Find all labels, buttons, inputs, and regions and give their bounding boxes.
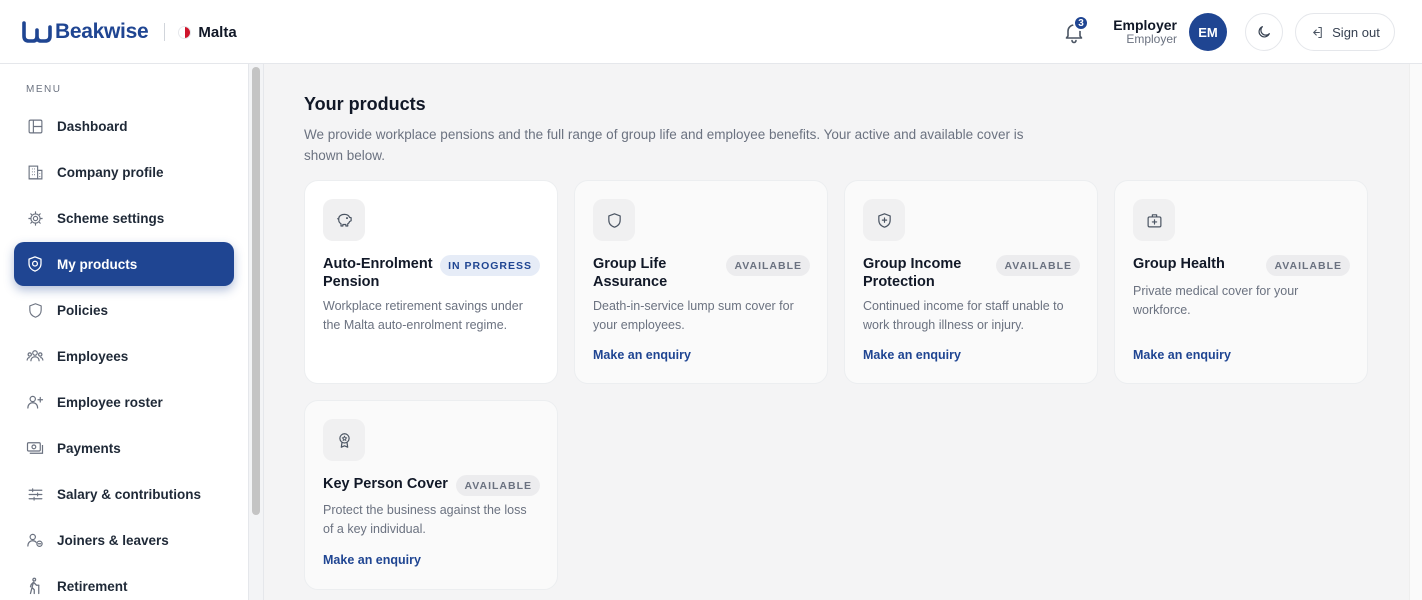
malta-flag-icon — [178, 25, 192, 39]
product-title: Key Person Cover — [323, 476, 448, 492]
brand-divider — [164, 23, 166, 41]
make-enquiry-link[interactable]: Make an enquiry — [593, 348, 691, 362]
page-description: We provide workplace pensions and the fu… — [304, 127, 1024, 163]
sidebar-item-label: Joiners & leavers — [57, 532, 169, 548]
country-label: Malta — [198, 23, 237, 41]
beakwise-logo-icon — [22, 21, 52, 43]
status-badge: AVAILABLE — [456, 475, 540, 496]
award-icon — [323, 419, 365, 461]
top-header: Beakwise Malta 3 Employer Employer EM Si… — [0, 0, 1422, 64]
sidebar-item-employee-roster[interactable]: Employee roster — [14, 380, 234, 424]
page-title: Your products — [304, 94, 426, 114]
theme-toggle-button[interactable] — [1245, 13, 1283, 51]
make-enquiry-link[interactable]: Make an enquiry — [1133, 348, 1231, 362]
shield-check-icon — [26, 255, 44, 273]
settings-icon — [26, 209, 44, 227]
product-description: Protect the business against the loss of… — [323, 503, 527, 536]
product-card-group-income-protection: Group Income Protection AVAILABLE Contin… — [844, 180, 1098, 384]
user-switch-icon — [26, 531, 44, 549]
product-card-auto-enrolment-pension[interactable]: Auto-Enrolment Pension IN PROGRESS Workp… — [304, 180, 558, 384]
product-description: Continued income for staff unable to wor… — [863, 299, 1064, 332]
status-badge: AVAILABLE — [726, 255, 810, 276]
sidebar-item-salary-contributions[interactable]: Salary & contributions — [14, 472, 234, 516]
product-card-group-life-assurance: Group Life Assurance AVAILABLE Death-in-… — [574, 180, 828, 384]
sidebar-item-label: Salary & contributions — [57, 486, 202, 502]
users-icon — [26, 347, 44, 365]
product-title: Group Life Assurance — [593, 256, 668, 290]
menu-label: MENU — [26, 84, 62, 95]
sidebar-item-label: Company profile — [57, 164, 164, 180]
status-badge: AVAILABLE — [1266, 255, 1350, 276]
sidebar-item-label: Employee roster — [57, 394, 163, 410]
product-title: Group Health — [1133, 256, 1225, 272]
product-description: Workplace retirement savings under the M… — [323, 299, 523, 332]
user-role: Employer — [1126, 32, 1177, 46]
sidebar-item-employees[interactable]: Employees — [14, 334, 234, 378]
product-title: Auto-Enrolment Pension — [323, 256, 433, 290]
sidebar: MENU Dashboard Company profile Scheme se… — [0, 64, 249, 600]
walking-person-icon — [26, 577, 44, 595]
sidebar-item-dashboard[interactable]: Dashboard — [14, 104, 234, 148]
sidebar-item-label: Dashboard — [57, 118, 128, 134]
brand[interactable]: Beakwise Malta — [22, 19, 237, 45]
product-description: Death-in-service lump sum cover for your… — [593, 299, 794, 332]
sidebar-item-label: My products — [57, 256, 138, 272]
notification-count-badge: 3 — [1073, 15, 1089, 31]
user-info: Employer Employer — [1113, 18, 1177, 46]
sidebar-item-retirement[interactable]: Retirement — [14, 564, 234, 600]
shield-icon — [593, 199, 635, 241]
make-enquiry-link[interactable]: Make an enquiry — [323, 553, 421, 567]
product-card-key-person-cover: Key Person Cover AVAILABLE Protect the b… — [304, 400, 558, 590]
sidebar-item-payments[interactable]: Payments — [14, 426, 234, 470]
banknote-icon — [26, 439, 44, 457]
product-card-group-health: Group Health AVAILABLE Private medical c… — [1114, 180, 1368, 384]
product-description: Private medical cover for your workforce… — [1133, 284, 1299, 317]
main-content: Your products We provide workplace pensi… — [264, 64, 1409, 600]
avatar[interactable]: EM — [1189, 13, 1227, 51]
user-name: Employer — [1113, 17, 1177, 33]
sidebar-item-policies[interactable]: Policies — [14, 288, 234, 332]
sidebar-nav: Dashboard Company profile Scheme setting… — [14, 104, 234, 600]
sidebar-item-company-profile[interactable]: Company profile — [14, 150, 234, 194]
sign-out-label: Sign out — [1332, 24, 1380, 40]
sidebar-item-label: Policies — [57, 302, 109, 318]
sliders-icon — [26, 485, 44, 503]
status-badge: AVAILABLE — [996, 255, 1080, 276]
sidebar-item-scheme-settings[interactable]: Scheme settings — [14, 196, 234, 240]
sidebar-scrollbar[interactable] — [252, 67, 260, 515]
sidebar-item-label: Retirement — [57, 578, 128, 594]
status-badge: IN PROGRESS — [440, 255, 540, 276]
shield-plus-icon — [863, 199, 905, 241]
piggy-bank-icon — [323, 199, 365, 241]
main-scrollbar[interactable] — [1409, 64, 1422, 600]
sidebar-item-label: Scheme settings — [57, 210, 165, 226]
sidebar-item-label: Payments — [57, 440, 121, 456]
sidebar-item-joiners-leavers[interactable]: Joiners & leavers — [14, 518, 234, 562]
brand-name: Beakwise — [55, 20, 149, 43]
medical-bag-icon — [1133, 199, 1175, 241]
sign-out-icon — [1313, 26, 1322, 38]
sidebar-item-my-products[interactable]: My products — [14, 242, 234, 286]
sidebar-item-label: Employees — [57, 348, 129, 364]
sign-out-button[interactable]: Sign out — [1295, 13, 1395, 51]
building-icon — [26, 163, 44, 181]
dashboard-icon — [26, 117, 44, 135]
user-plus-icon — [26, 393, 44, 411]
shield-icon — [26, 301, 44, 319]
make-enquiry-link[interactable]: Make an enquiry — [863, 348, 961, 362]
moon-icon — [1258, 26, 1270, 38]
product-title: Group Income Protection — [863, 256, 962, 290]
